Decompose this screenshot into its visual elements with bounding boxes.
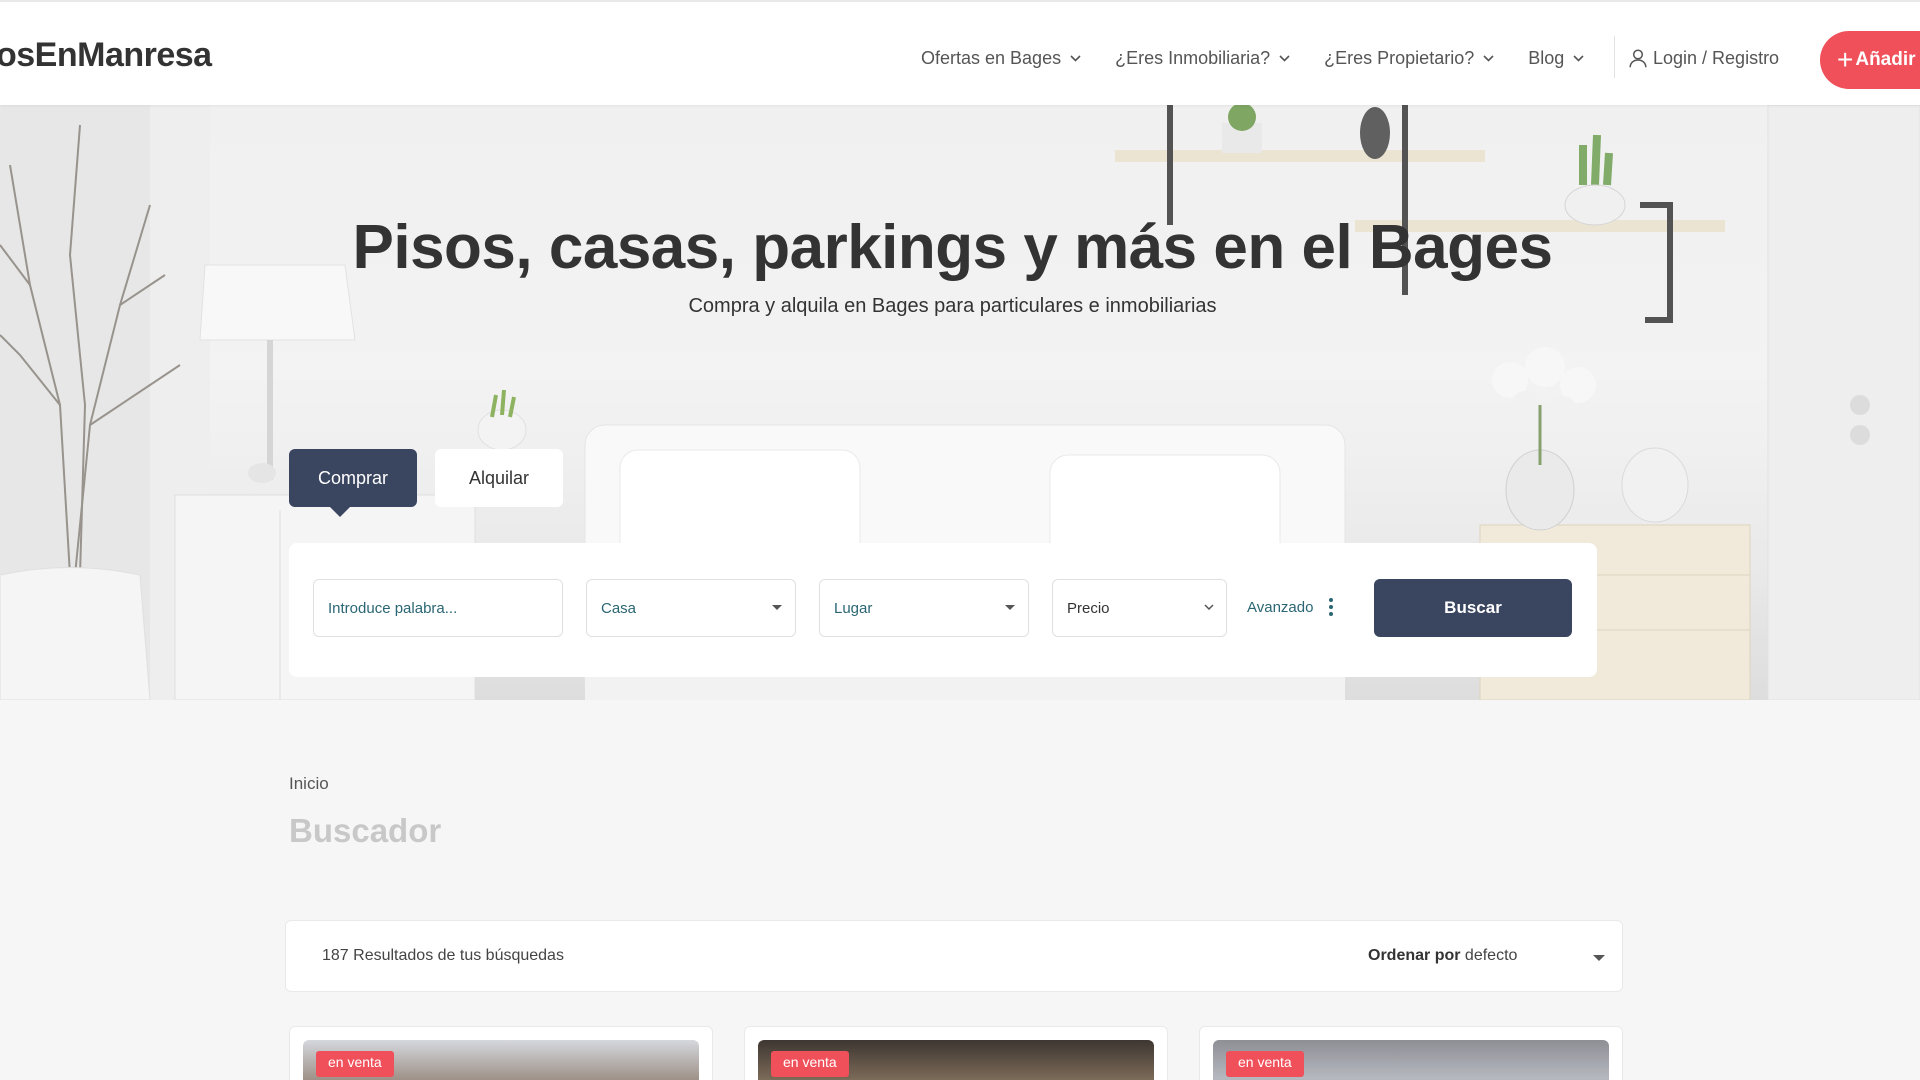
nav-item-label: ¿Eres Inmobiliaria? <box>1115 48 1271 68</box>
chevron-down-icon <box>1573 55 1584 62</box>
chevron-down-icon <box>1279 55 1290 62</box>
chevron-down-icon <box>1070 55 1081 62</box>
property-card[interactable]: en venta <box>744 1026 1168 1080</box>
nav-item-label: Blog <box>1528 48 1565 68</box>
nav-item-label: ¿Eres Propietario? <box>1324 48 1475 68</box>
tab-comprar[interactable]: Comprar <box>289 449 417 517</box>
hero-title: Pisos, casas, parkings y más en el Bages <box>352 213 1554 282</box>
results-count: 187 Resultados de tus búsquedas <box>322 947 564 964</box>
status-badge: en venta <box>771 1051 849 1077</box>
caret-down-icon <box>772 605 782 610</box>
nav-item-inmobiliaria[interactable]: ¿Eres Inmobiliaria? <box>1115 48 1290 69</box>
property-type-value: Casa <box>601 599 637 617</box>
main-nav: Ofertas en Bages ¿Eres Inmobiliaria? ¿Er… <box>921 48 1618 69</box>
advanced-label: Avanzado <box>1247 598 1314 616</box>
sort-control[interactable]: Ordenar por defecto <box>1368 947 1517 965</box>
location-select[interactable]: Lugar <box>819 579 1029 637</box>
hero-section: Pisos, casas, parkings y más en el Bages… <box>0 105 1920 700</box>
caret-down-icon[interactable] <box>1593 955 1605 961</box>
keyword-input[interactable]: Introduce palabra... <box>313 579 563 637</box>
site-logo[interactable]: osEnManresa <box>0 36 212 75</box>
page-title: Buscador <box>289 812 442 849</box>
chevron-down-icon <box>1204 604 1214 610</box>
top-header: osEnManresa Ofertas en Bages ¿Eres Inmob… <box>0 0 1920 105</box>
tab-alquilar[interactable]: Alquilar <box>435 449 563 507</box>
advanced-search-toggle[interactable]: Avanzado <box>1247 598 1334 616</box>
sort-value: defecto <box>1464 947 1518 964</box>
nav-divider <box>1614 36 1615 78</box>
search-button[interactable]: Buscar <box>1374 579 1572 637</box>
results-bar: 187 Resultados de tus búsquedas Ordenar … <box>285 920 1623 992</box>
user-icon <box>1629 49 1647 68</box>
more-vertical-icon <box>1329 598 1334 616</box>
login-label: Login / Registro <box>1653 48 1780 68</box>
nav-item-ofertas[interactable]: Ofertas en Bages <box>921 48 1081 69</box>
login-register-link[interactable]: Login / Registro <box>1629 48 1779 69</box>
property-card[interactable]: en venta <box>289 1026 713 1080</box>
add-label: Añadir <box>1855 49 1916 70</box>
sort-label: Ordenar por <box>1368 947 1461 964</box>
add-listing-button[interactable]: + Añadir <box>1820 31 1920 89</box>
location-value: Lugar <box>834 599 873 617</box>
nav-item-label: Ofertas en Bages <box>921 48 1062 68</box>
breadcrumb[interactable]: Inicio <box>289 774 329 794</box>
status-badge: en venta <box>316 1051 394 1077</box>
search-panel: Introduce palabra... Casa Lugar Precio A… <box>289 543 1597 677</box>
property-card[interactable]: en venta <box>1199 1026 1623 1080</box>
price-value: Precio <box>1067 599 1110 617</box>
caret-down-icon <box>1005 605 1015 610</box>
chevron-down-icon <box>1483 55 1494 62</box>
plus-icon: + <box>1837 44 1854 75</box>
property-type-select[interactable]: Casa <box>586 579 796 637</box>
status-badge: en venta <box>1226 1051 1304 1077</box>
price-select[interactable]: Precio <box>1052 579 1227 637</box>
hero-subtitle: Compra y alquila en Bages para particula… <box>688 295 1217 317</box>
nav-item-propietario[interactable]: ¿Eres Propietario? <box>1324 48 1494 69</box>
nav-item-blog[interactable]: Blog <box>1528 48 1584 69</box>
